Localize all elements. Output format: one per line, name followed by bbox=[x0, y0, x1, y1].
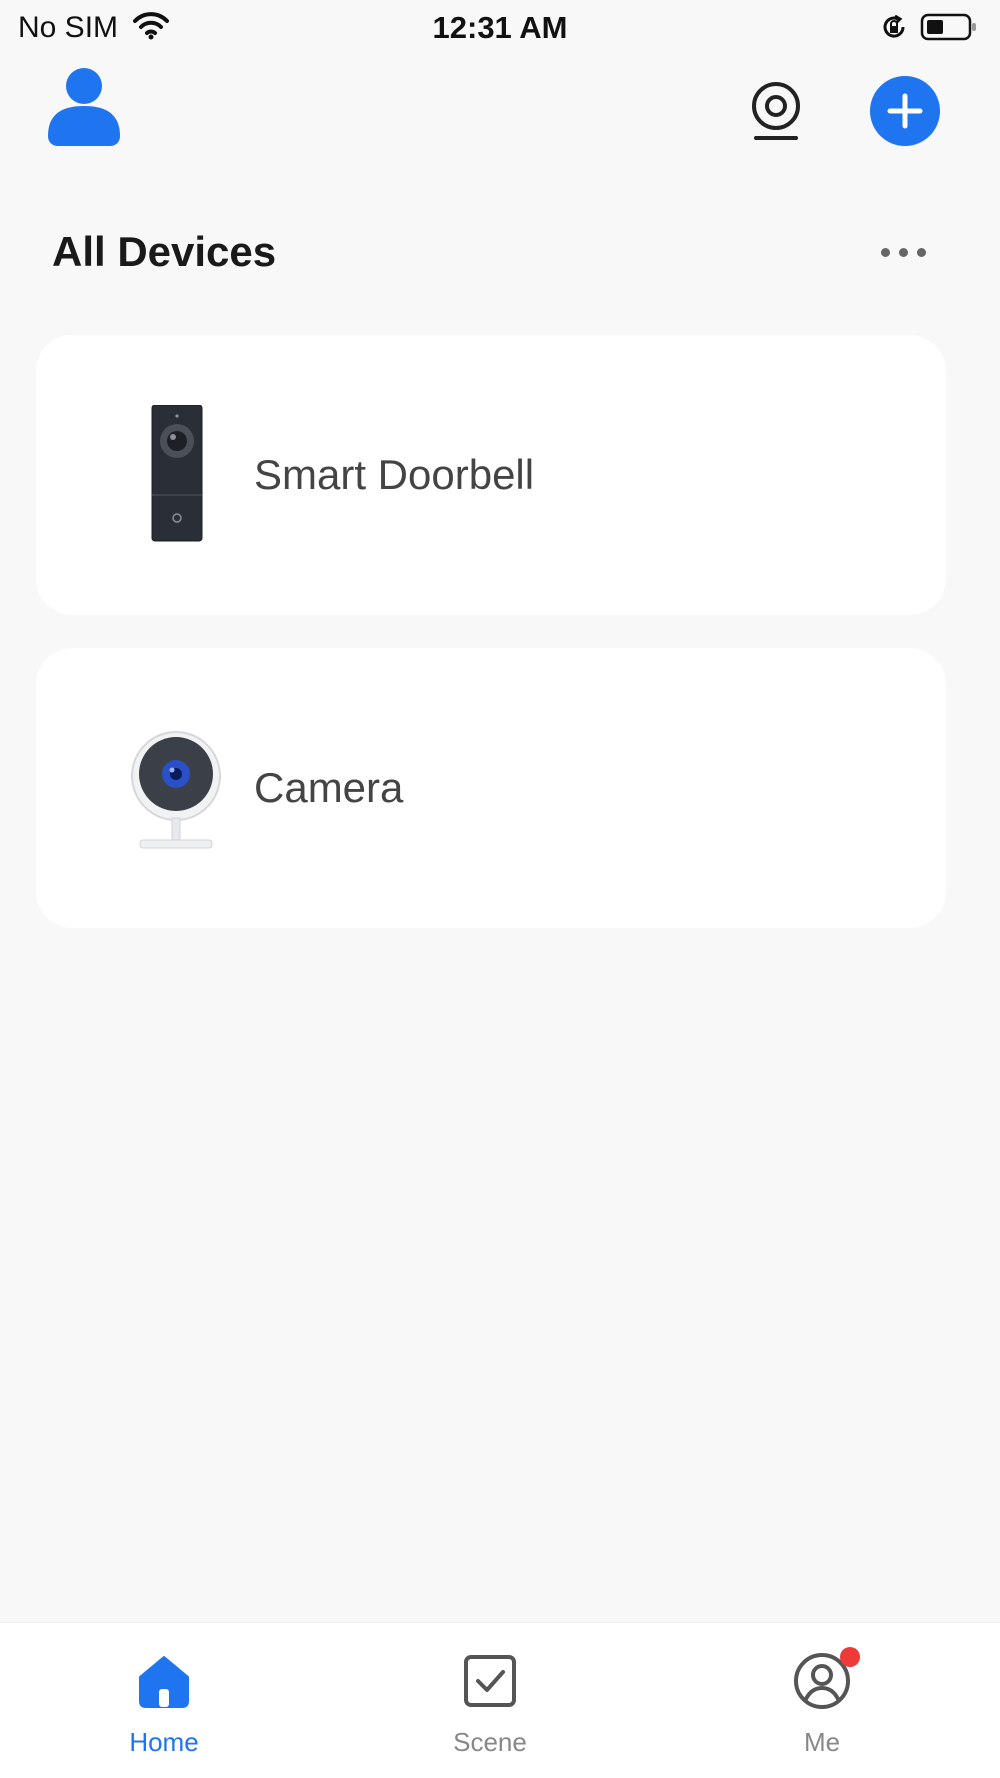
section-title: All Devices bbox=[52, 228, 277, 275]
tab-me[interactable]: Me bbox=[742, 1647, 902, 1769]
tab-label: Scene bbox=[453, 1727, 527, 1757]
status-right bbox=[880, 12, 978, 47]
camera-icon bbox=[752, 82, 800, 140]
tab-home[interactable]: Home bbox=[84, 1651, 244, 1769]
tab-label: Home bbox=[129, 1727, 199, 1757]
more-dots-icon bbox=[916, 247, 926, 257]
device-name: Camera bbox=[254, 764, 404, 811]
battery-icon bbox=[920, 12, 978, 47]
camera-device-icon bbox=[106, 718, 246, 858]
add-device-button[interactable] bbox=[870, 76, 940, 146]
more-dots-icon bbox=[898, 247, 908, 257]
camera-button[interactable] bbox=[748, 80, 804, 144]
doorbell-icon bbox=[106, 404, 246, 545]
scene-checkbox-icon bbox=[460, 1651, 520, 1711]
device-card-camera[interactable]: Camera bbox=[36, 648, 946, 928]
status-bar: No SIM 12:31 AM bbox=[0, 0, 1000, 56]
status-time: 12:31 AM bbox=[432, 10, 568, 45]
tab-scene[interactable]: Scene bbox=[410, 1651, 570, 1769]
tab-label: Me bbox=[803, 1727, 841, 1757]
device-card-smart-doorbell[interactable]: Smart Doorbell bbox=[36, 335, 946, 615]
more-dots-icon bbox=[880, 247, 890, 257]
avatar-icon bbox=[48, 68, 120, 146]
avatar-button[interactable] bbox=[46, 66, 122, 154]
more-options-button[interactable] bbox=[875, 240, 931, 264]
notification-badge bbox=[840, 1647, 860, 1667]
tab-bar: Home Scene Me bbox=[0, 1622, 1000, 1778]
add-icon bbox=[887, 93, 923, 129]
app-screen: No SIM 12:31 AM All Devices Smart Doorbe… bbox=[0, 0, 1000, 1778]
rotation-lock-icon bbox=[880, 13, 908, 46]
home-icon bbox=[134, 1651, 194, 1711]
device-name: Smart Doorbell bbox=[254, 451, 535, 498]
